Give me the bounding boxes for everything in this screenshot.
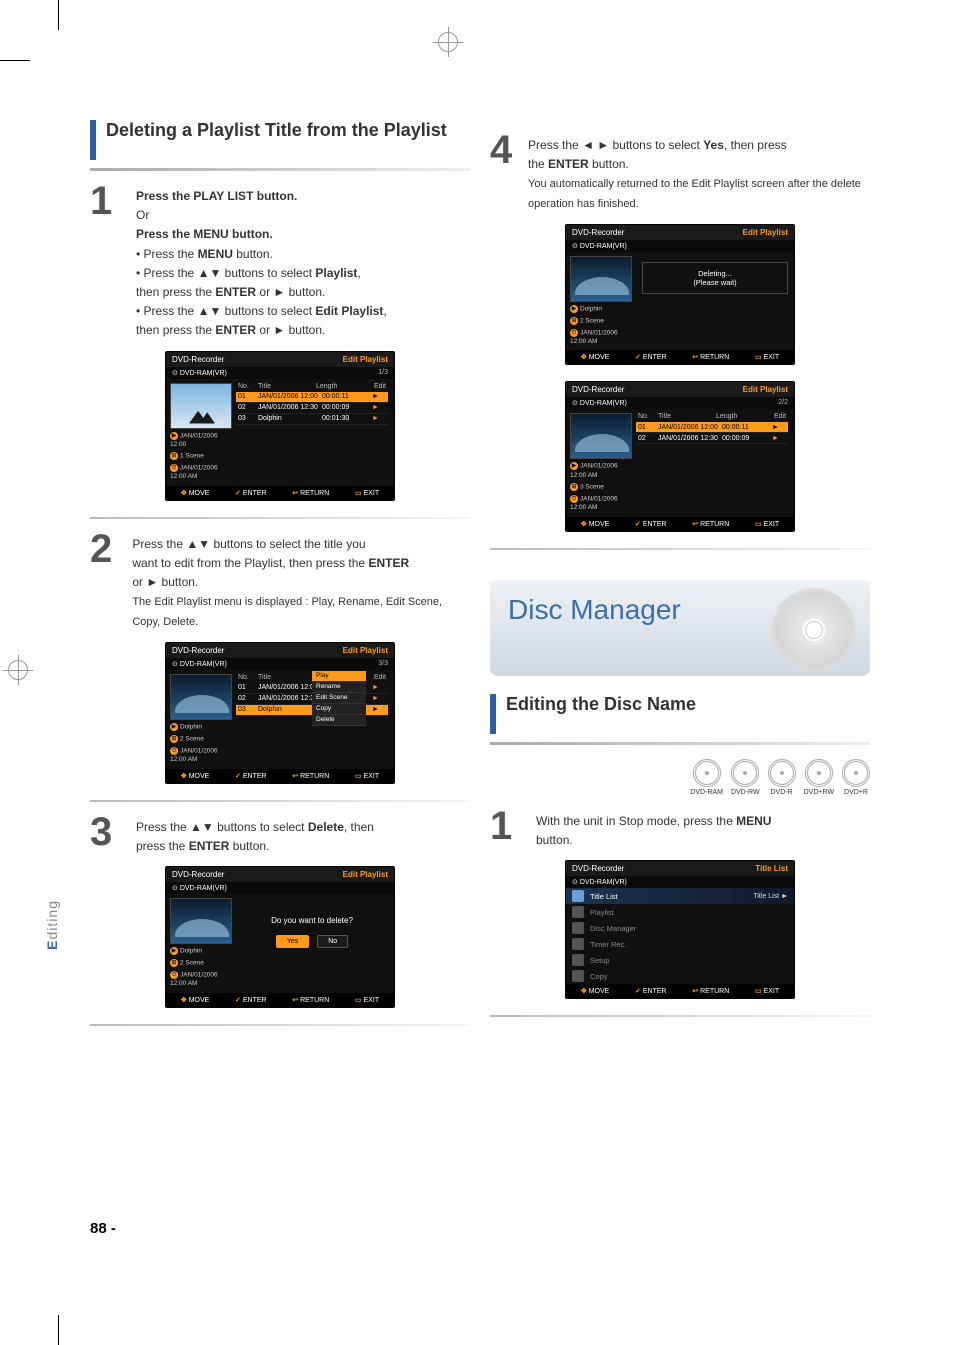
menu-item[interactable]: Playlist bbox=[566, 904, 794, 920]
list-row[interactable]: 02JAN/01/2006 12:3000:00:09► bbox=[236, 403, 388, 414]
disc-type-icon: DVD-RAM bbox=[690, 759, 723, 796]
step-4: 4 Press the ◄ ► buttons to select Yes, t… bbox=[490, 134, 870, 214]
step-2: 2 Press the ▲▼ buttons to select the tit… bbox=[90, 533, 470, 632]
divider bbox=[90, 168, 470, 171]
dm-step-1: 1 With the unit in Stop mode, press the … bbox=[490, 810, 870, 850]
disc-type-icon: DVD+RW bbox=[804, 759, 834, 796]
section-title: Editing the Disc Name bbox=[506, 694, 696, 716]
heading-accent-bar bbox=[90, 120, 96, 160]
divider bbox=[90, 517, 470, 519]
osd-delete-confirm: DVD-RecorderEdit Playlist ⊙ DVD-RAM(VR) … bbox=[165, 866, 395, 1008]
list-row[interactable]: 02JAN/01/2006 12:3000:00:09► bbox=[636, 433, 788, 444]
step-number: 1 bbox=[490, 810, 524, 842]
yes-button[interactable]: Yes bbox=[276, 935, 309, 948]
disc-type-icon: DVD-R bbox=[768, 759, 796, 796]
step-number: 1 bbox=[90, 185, 124, 217]
side-tab: Editing bbox=[44, 900, 60, 950]
step-number: 2 bbox=[90, 533, 120, 565]
step-3: 3 Press the ▲▼ buttons to select Delete,… bbox=[90, 816, 470, 856]
context-menu[interactable]: PlayRenameEdit SceneCopyDelete bbox=[312, 671, 366, 726]
menu-item[interactable]: Title ListTitle List ► bbox=[566, 888, 794, 904]
step-text: Press the PLAY LIST button. Or Press the… bbox=[136, 185, 387, 341]
osd-main-menu: DVD-RecorderTitle List ⊙ DVD-RAM(VR) Tit… bbox=[565, 860, 795, 999]
page-number: 88 - bbox=[90, 1220, 116, 1237]
step-text: Press the ▲▼ buttons to select the title… bbox=[132, 533, 470, 632]
divider bbox=[90, 800, 470, 802]
section-heading: Deleting a Playlist Title from the Playl… bbox=[90, 120, 470, 160]
divider bbox=[90, 1024, 470, 1026]
context-menu-item[interactable]: Delete bbox=[312, 715, 366, 726]
dialog-text: Do you want to delete? bbox=[244, 916, 380, 925]
disc-manager-banner: Disc Manager bbox=[490, 580, 870, 676]
menu-item[interactable]: Disc Manager bbox=[566, 920, 794, 936]
step-text: Press the ◄ ► buttons to select Yes, the… bbox=[528, 134, 870, 214]
step-number: 4 bbox=[490, 134, 516, 166]
osd-deleting-progress: DVD-RecorderEdit Playlist ⊙ DVD-RAM(VR) … bbox=[565, 224, 795, 366]
menu-item[interactable]: Timer Rec. bbox=[566, 936, 794, 952]
context-menu-item[interactable]: Edit Scene bbox=[312, 693, 366, 704]
context-menu-item[interactable]: Rename bbox=[312, 682, 366, 693]
step-number: 3 bbox=[90, 816, 124, 848]
list-row[interactable]: 01JAN/01/2006 12:0000:00:11► bbox=[236, 392, 388, 403]
section-title: Deleting a Playlist Title from the Playl… bbox=[106, 120, 447, 142]
step-text: With the unit in Stop mode, press the ME… bbox=[536, 810, 771, 850]
context-menu-item[interactable]: Copy bbox=[312, 704, 366, 715]
status-subtext: (Please wait) bbox=[653, 278, 777, 287]
no-button[interactable]: No bbox=[317, 935, 348, 948]
divider bbox=[490, 742, 870, 745]
disc-type-icon: DVD+R bbox=[842, 759, 870, 796]
disc-type-icons: DVD-RAM DVD-RW DVD-R DVD+RW DVD+R bbox=[490, 759, 870, 796]
disc-type-icon: DVD-RW bbox=[731, 759, 760, 796]
step-text: Press the ▲▼ buttons to select Delete, t… bbox=[136, 816, 374, 856]
list-row[interactable]: 01JAN/01/2006 12:0000:00:11► bbox=[636, 422, 788, 433]
divider bbox=[490, 1015, 870, 1017]
thumbnail bbox=[170, 383, 232, 429]
menu-item[interactable]: Setup bbox=[566, 952, 794, 968]
divider bbox=[490, 548, 870, 550]
disc-icon bbox=[772, 588, 856, 672]
section-heading: Editing the Disc Name bbox=[490, 694, 870, 734]
menu-item[interactable]: Copy bbox=[566, 968, 794, 984]
list-row[interactable]: 03Dolphin00:01:30► bbox=[236, 414, 388, 425]
context-menu-item[interactable]: Play bbox=[312, 671, 366, 682]
heading-accent-bar bbox=[490, 694, 496, 734]
osd-edit-playlist-2: DVD-RecorderEdit Playlist ⊙ DVD-RAM(VR)3… bbox=[165, 642, 395, 784]
thumbnail bbox=[170, 674, 232, 720]
osd-edit-playlist-1: DVD-RecorderEdit Playlist ⊙ DVD-RAM(VR)1… bbox=[165, 351, 395, 501]
thumbnail bbox=[570, 413, 632, 459]
osd-edit-playlist-after: DVD-RecorderEdit Playlist ⊙ DVD-RAM(VR)2… bbox=[565, 381, 795, 531]
step-1: 1 Press the PLAY LIST button. Or Press t… bbox=[90, 185, 470, 341]
thumbnail bbox=[570, 256, 632, 302]
status-text: Deleting... bbox=[653, 269, 777, 278]
thumbnail bbox=[170, 898, 232, 944]
